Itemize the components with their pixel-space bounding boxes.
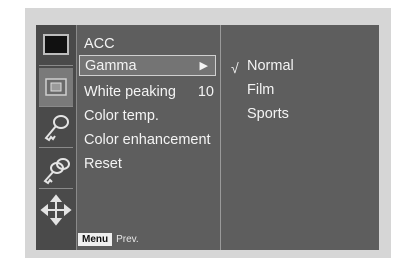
move-icon-cell[interactable] — [39, 191, 73, 229]
menu-item-label: Color temp. — [84, 108, 159, 124]
menu-item-color-temp[interactable]: Color temp. — [84, 107, 159, 125]
submenu-arrow-icon: ▶ — [199, 60, 208, 72]
osd-panel: ACC Gamma ▶ White peaking 10 Color temp.… — [36, 25, 379, 250]
gamma-option-normal[interactable]: Normal — [247, 57, 294, 75]
menu-item-label: Reset — [84, 156, 122, 172]
menu-item-color-enhancement[interactable]: Color enhancement — [84, 131, 211, 149]
keys-icon — [43, 158, 70, 185]
check-mark-icon: √ — [231, 60, 239, 76]
key-icon-cell[interactable] — [39, 109, 73, 148]
menu-item-gamma[interactable]: Gamma ▶ — [79, 55, 216, 76]
screen-icon — [43, 34, 69, 55]
picture-icon-cell[interactable] — [39, 68, 73, 107]
menu-item-white-peaking[interactable]: White peaking 10 — [84, 83, 214, 101]
key-icon — [44, 115, 69, 142]
menu-item-label: White peaking — [84, 84, 176, 100]
menu-icon-column — [36, 25, 77, 250]
picture-icon — [45, 78, 67, 96]
gamma-option-film[interactable]: Film — [247, 81, 274, 99]
menu-item-label: Gamma — [85, 58, 137, 74]
osd-footer: Menu Prev. — [78, 231, 139, 247]
menu-item-reset[interactable]: Reset — [84, 155, 122, 173]
gamma-submenu: √ Normal Film Sports — [221, 25, 379, 250]
keys-icon-cell[interactable] — [39, 150, 73, 189]
picture-menu: ACC Gamma ▶ White peaking 10 Color temp.… — [78, 25, 221, 250]
menu-key-badge[interactable]: Menu — [78, 232, 113, 246]
menu-item-label: Color enhancement — [84, 132, 211, 148]
move-icon — [40, 194, 72, 226]
screen-icon-cell[interactable] — [39, 27, 73, 66]
menu-item-acc[interactable]: ACC — [84, 35, 115, 53]
prev-label: Prev. — [116, 233, 139, 245]
gamma-option-sports[interactable]: Sports — [247, 105, 289, 123]
white-peaking-value: 10 — [197, 84, 214, 100]
menu-item-label: ACC — [84, 36, 115, 52]
